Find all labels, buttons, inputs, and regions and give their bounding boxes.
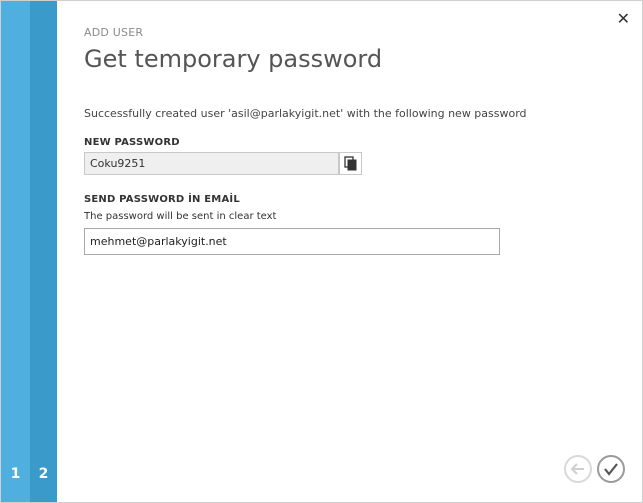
close-button[interactable]: ✕ [617, 10, 630, 28]
send-email-hint: The password will be sent in clear text [84, 211, 277, 222]
dialog: 1 2 ✕ ADD USER Get temporary password Su… [0, 0, 643, 503]
checkmark-icon [604, 463, 618, 476]
wizard-step-1-number: 1 [10, 466, 21, 482]
back-button[interactable] [564, 455, 592, 483]
email-field[interactable] [84, 228, 500, 255]
send-email-label: SEND PASSWORD İN EMAİL [84, 194, 240, 205]
wizard-step-rail: 1 2 [1, 1, 57, 502]
new-password-label: NEW PASSWORD [84, 137, 180, 148]
close-icon: ✕ [616, 9, 630, 28]
wizard-step-2-number: 2 [38, 466, 49, 482]
copy-icon [344, 156, 357, 171]
page-title: Get temporary password [84, 45, 383, 73]
back-arrow-icon [570, 463, 584, 475]
wizard-step-2[interactable]: 2 [30, 1, 57, 502]
wizard-step-1[interactable]: 1 [1, 1, 30, 502]
new-password-field[interactable] [84, 152, 339, 175]
complete-button[interactable] [597, 455, 625, 483]
success-message: Successfully created user 'asil@parlakyi… [84, 107, 527, 120]
dialog-kicker: ADD USER [84, 26, 144, 39]
copy-password-button[interactable] [339, 152, 362, 175]
